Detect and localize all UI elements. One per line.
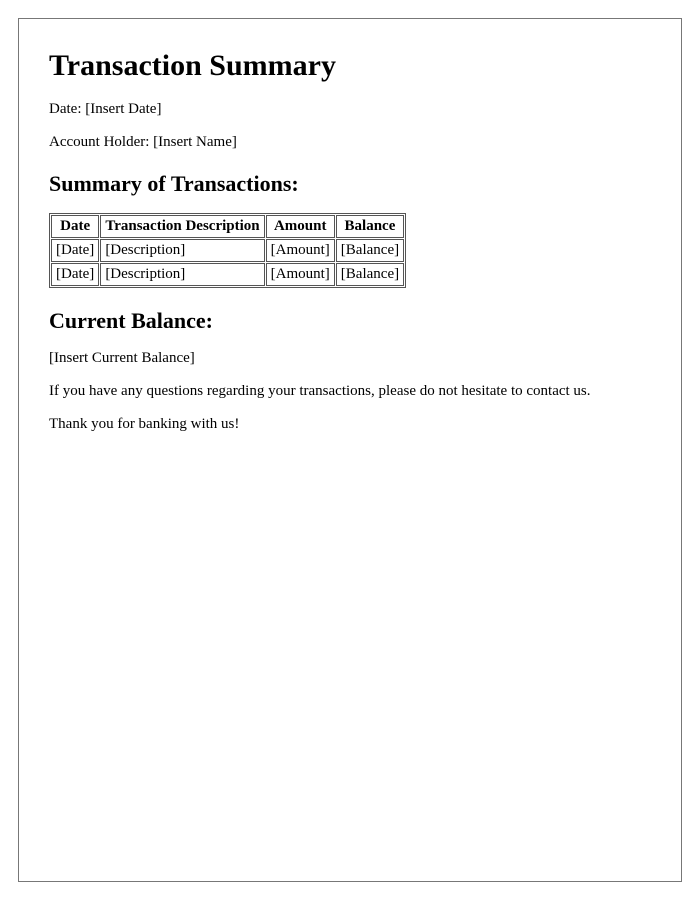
col-header-date: Date (51, 215, 99, 238)
cell-amount: [Amount] (266, 263, 335, 286)
page-title: Transaction Summary (49, 49, 651, 83)
summary-heading: Summary of Transactions: (49, 171, 651, 197)
current-balance-value: [Insert Current Balance] (49, 350, 651, 367)
cell-date: [Date] (51, 239, 99, 262)
cell-desc: [Description] (100, 239, 264, 262)
holder-value: [Insert Name] (153, 134, 237, 150)
cell-amount: [Amount] (266, 239, 335, 262)
cell-desc: [Description] (100, 263, 264, 286)
table-row: [Date] [Description] [Amount] [Balance] (51, 239, 404, 262)
date-value: [Insert Date] (85, 101, 161, 117)
cell-date: [Date] (51, 263, 99, 286)
col-header-amount: Amount (266, 215, 335, 238)
footer-thankyou: Thank you for banking with us! (49, 416, 651, 433)
table-header-row: Date Transaction Description Amount Bala… (51, 215, 404, 238)
holder-line: Account Holder: [Insert Name] (49, 134, 651, 151)
holder-label: Account Holder: (49, 134, 153, 150)
transactions-table: Date Transaction Description Amount Bala… (49, 213, 406, 288)
date-label: Date: (49, 101, 85, 117)
col-header-balance: Balance (336, 215, 404, 238)
current-balance-heading: Current Balance: (49, 308, 651, 334)
table-row: [Date] [Description] [Amount] [Balance] (51, 263, 404, 286)
col-header-desc: Transaction Description (100, 215, 264, 238)
document-sheet: Transaction Summary Date: [Insert Date] … (18, 18, 682, 882)
date-line: Date: [Insert Date] (49, 101, 651, 118)
cell-balance: [Balance] (336, 239, 404, 262)
cell-balance: [Balance] (336, 263, 404, 286)
footer-questions: If you have any questions regarding your… (49, 383, 651, 400)
